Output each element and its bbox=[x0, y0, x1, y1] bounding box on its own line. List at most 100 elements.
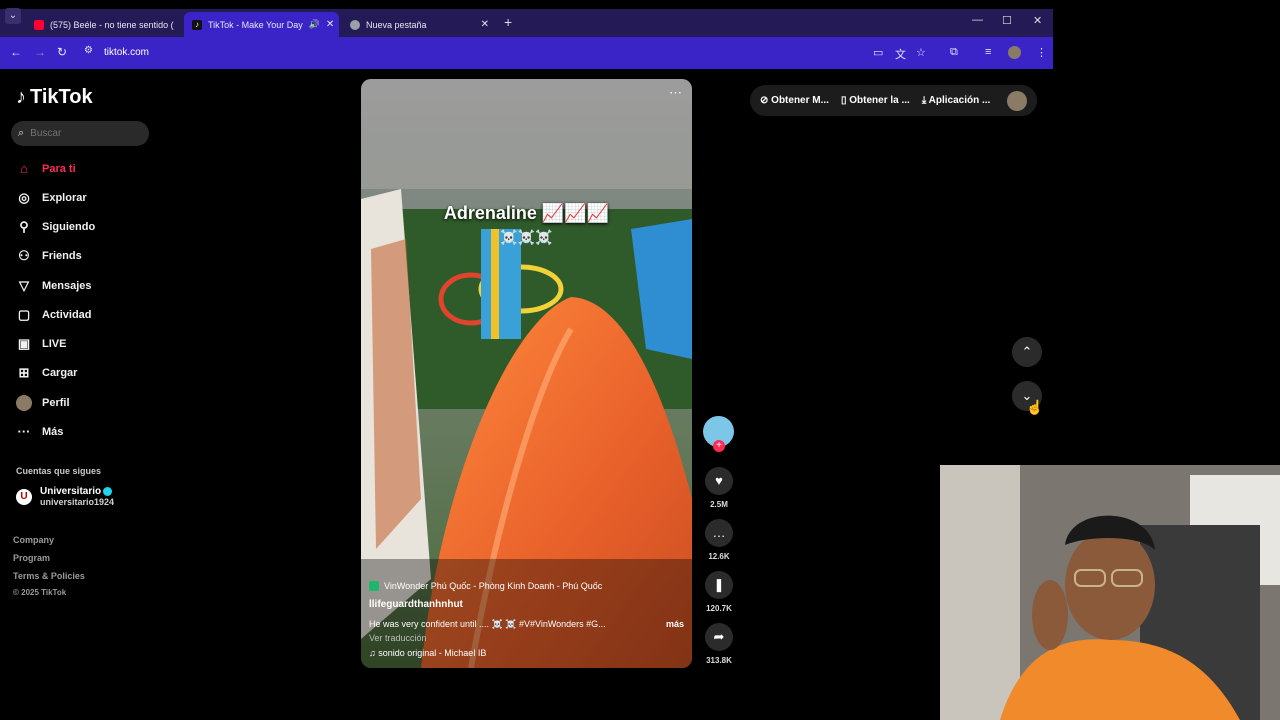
cast-icon[interactable]: ▭ bbox=[873, 46, 883, 59]
sound-link[interactable]: ♫ sonido original - Michael IB bbox=[369, 648, 684, 658]
user-avatar[interactable] bbox=[1007, 90, 1027, 111]
get-app-button[interactable]: ▯ Obtener la ... bbox=[841, 95, 910, 106]
tab-new[interactable]: Nueva pestaña ✕ bbox=[342, 12, 497, 37]
sound-text: sonido original - Michael IB bbox=[378, 648, 487, 658]
like-action[interactable]: ♥ 2.5M bbox=[704, 467, 734, 509]
video-caption: Adrenaline 📈📈📈 bbox=[443, 203, 610, 223]
logo-text: TikTok bbox=[30, 86, 93, 108]
nav-perfil[interactable]: Perfil bbox=[16, 395, 70, 411]
video-author[interactable]: llifeguardthanhnhut bbox=[369, 599, 684, 610]
following-header: Cuentas que sigues bbox=[16, 466, 102, 476]
more-link[interactable]: más bbox=[666, 619, 684, 630]
minimize-icon[interactable]: — bbox=[972, 14, 983, 26]
messages-icon: ▽ bbox=[19, 278, 29, 293]
comment-action[interactable]: … 12.6K bbox=[704, 519, 734, 561]
site-info-icon[interactable]: ⚙ bbox=[84, 45, 93, 56]
account-handle: universitario1924 bbox=[40, 497, 115, 507]
follow-plus-icon[interactable]: + bbox=[713, 440, 725, 452]
maximize-icon[interactable]: ☐ bbox=[1002, 14, 1012, 27]
save-action[interactable]: ❚ 120.7K bbox=[704, 571, 734, 613]
comment-count: 12.6K bbox=[708, 552, 730, 561]
tab-youtube[interactable]: (575) Beéle - no tiene sentido ( ✕ bbox=[26, 12, 178, 37]
chrome-icon bbox=[350, 19, 360, 30]
comment-icon[interactable]: … bbox=[705, 519, 733, 547]
video-player[interactable]: ⋯ Adrenaline 📈📈📈 ☠️☠️☠️ VinWonder Phú Qu… bbox=[361, 79, 692, 668]
followed-account[interactable]: U Universitario universitario1924 bbox=[16, 486, 114, 507]
verified-icon bbox=[103, 486, 113, 496]
nav-label: Para ti bbox=[42, 162, 76, 175]
creator-avatar[interactable]: + bbox=[703, 416, 734, 452]
reload-icon[interactable]: ↻ bbox=[57, 45, 67, 59]
footer-company[interactable]: Company bbox=[13, 535, 54, 545]
tab-title: Nueva pestaña bbox=[366, 19, 427, 30]
top-actions-bar: ⊘ Obtener M... ▯ Obtener la ... ⤓ Aplica… bbox=[750, 85, 1037, 116]
compass-icon: ◎ bbox=[18, 190, 30, 205]
share-icon[interactable]: ➦ bbox=[705, 623, 733, 651]
get-app-label: Obtener la ... bbox=[849, 95, 910, 106]
heart-icon[interactable]: ♥ bbox=[705, 467, 733, 495]
bookmark-star-icon[interactable]: ☆ bbox=[916, 46, 926, 59]
tab-title: (575) Beéle - no tiene sentido ( bbox=[50, 19, 174, 30]
forward-icon[interactable]: → bbox=[34, 45, 46, 59]
kebab-menu-icon[interactable]: ⋮ bbox=[1036, 46, 1047, 59]
video-info: VinWonder Phú Quốc - Phòng Kinh Doanh - … bbox=[369, 581, 684, 658]
nav-explorar[interactable]: ◎ Explorar bbox=[16, 190, 87, 206]
url-field[interactable]: tiktok.com bbox=[104, 47, 149, 58]
video-frame bbox=[361, 79, 692, 668]
account-avatar: U bbox=[16, 489, 32, 505]
translate-icon[interactable]: 文 bbox=[895, 46, 906, 62]
translate-link[interactable]: Ver traducción bbox=[369, 633, 684, 643]
nav-label: Explorar bbox=[42, 192, 87, 204]
nav-label: Perfil bbox=[42, 397, 70, 409]
close-window-icon[interactable]: ✕ bbox=[1033, 14, 1042, 27]
previous-video-button[interactable]: ⌃ bbox=[1012, 337, 1042, 367]
nav-label: Friends bbox=[42, 250, 82, 262]
nav-label: Actividad bbox=[42, 309, 92, 321]
new-tab-button[interactable]: + bbox=[504, 14, 512, 30]
music-icon: ♫ bbox=[369, 648, 376, 658]
mouse-cursor-icon: ☝ bbox=[1026, 399, 1044, 415]
video-more-icon[interactable]: ⋯ bbox=[669, 85, 682, 101]
nav-siguiendo[interactable]: ⚲ Siguiendo bbox=[16, 219, 95, 235]
desktop-app-button[interactable]: ⤓ Aplicación ... bbox=[922, 95, 991, 106]
more-icon: ··· bbox=[17, 424, 31, 439]
close-tab-icon[interactable]: ✕ bbox=[326, 19, 334, 30]
share-count: 313.8K bbox=[706, 656, 732, 665]
action-rail: + bbox=[703, 416, 735, 452]
profile-avatar-icon[interactable] bbox=[1008, 46, 1021, 59]
activity-icon: ▢ bbox=[17, 307, 31, 322]
tab-tiktok[interactable]: ♪ TikTok - Make Your Day 🔊 ✕ bbox=[184, 12, 339, 37]
footer-copyright: © 2025 TikTok bbox=[13, 588, 67, 597]
location-tag[interactable]: VinWonder Phú Quốc - Phòng Kinh Doanh - … bbox=[369, 581, 684, 591]
search-input[interactable] bbox=[30, 128, 131, 139]
page: ⌄ (575) Beéle - no tiene sentido ( ✕ ♪ T… bbox=[0, 0, 1280, 720]
profile-avatar bbox=[16, 395, 32, 411]
nav-live[interactable]: ▣ LIVE bbox=[16, 336, 67, 352]
nav-friends[interactable]: ⚇ Friends bbox=[16, 248, 82, 264]
bookmark-icon[interactable]: ❚ bbox=[705, 571, 733, 599]
footer-terms[interactable]: Terms & Policies bbox=[13, 571, 85, 581]
youtube-icon bbox=[34, 19, 44, 30]
back-icon[interactable]: ← bbox=[10, 45, 22, 59]
share-action[interactable]: ➦ 313.8K bbox=[704, 623, 734, 665]
search-box[interactable]: ⌕ bbox=[11, 121, 149, 146]
nav-mas[interactable]: ··· Más bbox=[16, 424, 64, 439]
get-coins-button[interactable]: ⊘ Obtener M... bbox=[760, 95, 829, 106]
upload-icon: ⊞ bbox=[18, 365, 30, 380]
tab-search-button[interactable]: ⌄ bbox=[5, 8, 21, 24]
nav-para-ti[interactable]: ⌂ Para ti bbox=[16, 161, 76, 176]
search-icon: ⌕ bbox=[18, 127, 25, 139]
close-tab-icon[interactable]: ✕ bbox=[481, 19, 489, 30]
tiktok-note-icon: ♪ bbox=[16, 86, 26, 108]
video-caption-line2: ☠️☠️☠️ bbox=[500, 229, 553, 245]
tiktok-logo[interactable]: ♪ TikTok bbox=[16, 86, 93, 109]
footer-program[interactable]: Program bbox=[13, 553, 50, 563]
get-coins-label: Obtener M... bbox=[771, 95, 829, 106]
media-control-icon[interactable]: ≡ bbox=[985, 46, 991, 58]
nav-label: Más bbox=[42, 425, 64, 438]
speaker-icon[interactable]: 🔊 bbox=[309, 19, 320, 30]
nav-cargar[interactable]: ⊞ Cargar bbox=[16, 365, 78, 381]
nav-actividad[interactable]: ▢ Actividad bbox=[16, 307, 92, 323]
extensions-icon[interactable]: ⧉ bbox=[950, 46, 958, 59]
nav-mensajes[interactable]: ▽ Mensajes bbox=[16, 278, 92, 294]
